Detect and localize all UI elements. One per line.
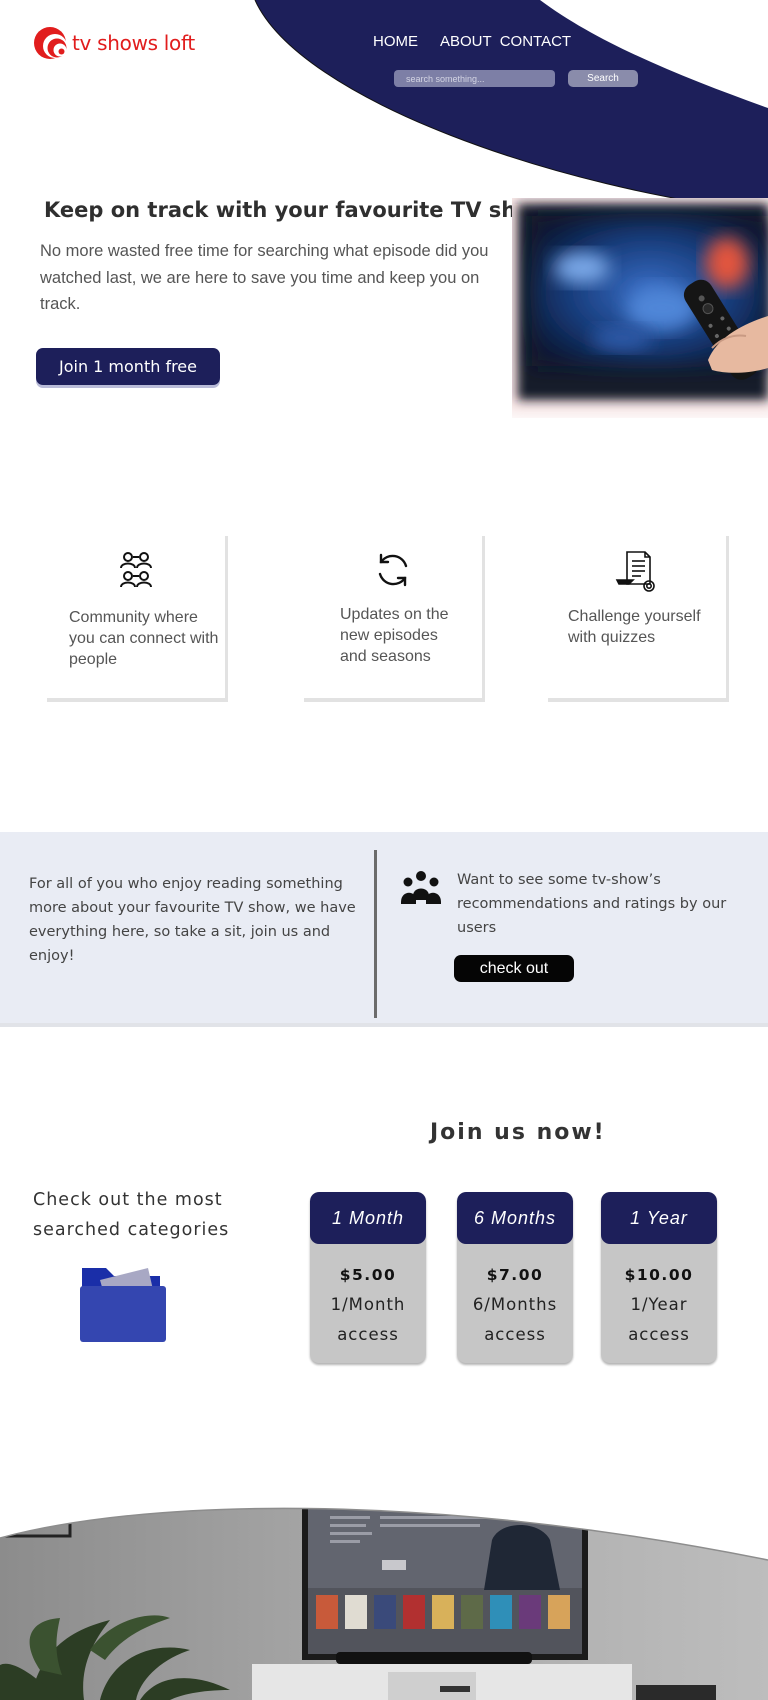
hero-description: No more wasted free time for searching w… — [40, 242, 489, 313]
feature-text-updates: Updates on the new episodes and seasons — [340, 606, 449, 665]
feature-text-quizzes: Challenge yourself with quizzes — [568, 608, 701, 646]
hero-tv-remote-image — [512, 198, 768, 418]
refresh-icon — [378, 553, 408, 587]
folder-icon[interactable] — [78, 1264, 168, 1344]
info-left-text: For all of you who enjoy reading somethi… — [29, 876, 356, 964]
join-us-title: Join us now! — [430, 1120, 606, 1145]
quiz-icon — [615, 551, 655, 592]
main-nav: HOME ABOUT CONTACT — [373, 33, 571, 50]
search-input[interactable] — [394, 70, 555, 87]
nav-home-link[interactable]: HOME — [373, 33, 418, 50]
feature-card-quizzes: Challenge yourself with quizzes — [548, 536, 729, 702]
plan-price: $10.00 — [624, 1266, 694, 1284]
plan-name: 6 Months — [457, 1192, 573, 1244]
feature-text-community: Community where you can connect with peo… — [69, 609, 219, 668]
living-room-tv-image — [0, 1507, 768, 1700]
brand-logo-icon — [34, 27, 67, 59]
plan-price: $7.00 — [486, 1266, 544, 1284]
check-out-button[interactable]: check out — [454, 955, 574, 982]
people-group-icon — [401, 871, 441, 904]
plan-access: 1/Year access — [628, 1295, 690, 1344]
info-band: For all of you who enjoy reading somethi… — [0, 832, 768, 1027]
feature-card-updates: Updates on the new episodes and seasons — [304, 536, 485, 702]
nav-about-link[interactable]: ABOUT — [440, 33, 492, 50]
plan-access: 6/Months access — [472, 1295, 558, 1344]
info-right-text: Want to see some tv-show’s recommendatio… — [457, 872, 727, 936]
feature-card-community: Community where you can connect with peo… — [47, 536, 228, 702]
plan-card-6-months[interactable]: 6 Months $7.00 6/Months access — [457, 1192, 573, 1363]
plan-name: 1 Year — [601, 1192, 717, 1244]
info-divider — [374, 850, 377, 1018]
community-icon — [120, 552, 152, 588]
join-free-button[interactable]: Join 1 month free — [36, 348, 220, 385]
plan-card-1-month[interactable]: 1 Month $5.00 1/Month access — [310, 1192, 426, 1363]
plan-card-1-year[interactable]: 1 Year $10.00 1/Year access — [601, 1192, 717, 1363]
search-button[interactable]: Search — [568, 70, 638, 87]
brand-name: tv shows loft — [72, 31, 195, 55]
brand-logo[interactable]: tv shows loft — [33, 26, 195, 60]
plan-name: 1 Month — [310, 1192, 426, 1244]
plan-access: 1/Month access — [330, 1295, 406, 1344]
plan-price: $5.00 — [339, 1266, 397, 1284]
categories-text: Check out the most searched categories — [33, 1190, 230, 1240]
hero-title: Keep on track with your favourite TV sho… — [44, 198, 551, 222]
nav-contact-link[interactable]: CONTACT — [500, 33, 571, 50]
